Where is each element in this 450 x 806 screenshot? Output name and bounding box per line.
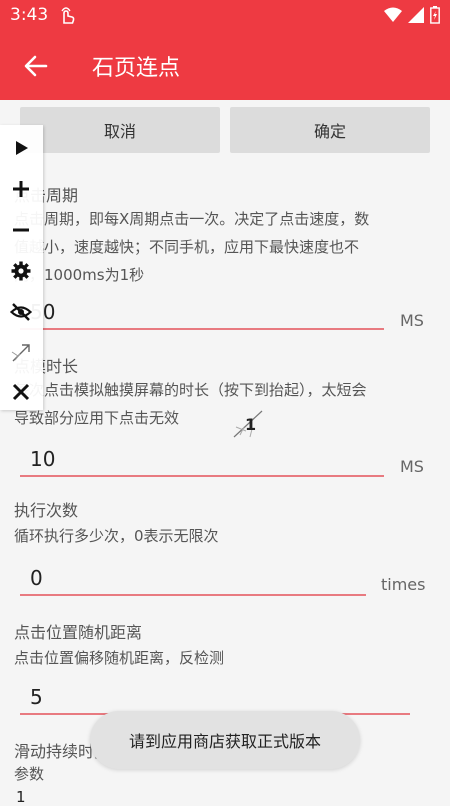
random-offset-desc-line: 点击位置偏移随机距离，反检测 [14,649,225,667]
click-duration-desc-line: 每次点击模拟触摸屏幕的时长（按下到抬起），太短会 [14,381,367,399]
click-duration-desc: 每次点击模拟触摸屏幕的时长（按下到抬起），太短会 导致部分应用下点击无效 [14,376,367,432]
eye-off-icon[interactable] [10,301,32,323]
play-icon[interactable] [10,137,32,159]
click-period-desc-line: 同，1000ms为1秒 [14,266,145,284]
floating-toolbar [0,125,43,410]
gear-icon[interactable] [10,260,32,282]
swipe-duration-input[interactable]: 1 [16,788,26,806]
click-period-underline [20,328,384,330]
click-period-desc: 点击周期，即每X周期点击一次。决定了点击速度，数 值越小，速度越快；不同手机，应… [14,205,369,289]
target-icon[interactable] [10,342,32,364]
close-icon[interactable] [10,381,32,403]
toast-message: 请到应用商店获取正式版本 [90,711,360,769]
click-duration-input[interactable]: 10 [30,447,55,471]
click-duration-desc-line: 导致部分应用下点击无效 [14,409,180,427]
target-marker-label: 1 [245,415,257,434]
click-target-marker[interactable]: 1 [232,407,266,441]
repeat-count-underline [20,594,366,596]
back-arrow-icon[interactable] [22,52,50,80]
swipe-duration-desc-line: 参数 [14,765,45,783]
swipe-duration-desc: 参数 [14,760,44,788]
random-offset-input[interactable]: 5 [30,685,43,709]
click-duration-underline [20,475,384,477]
app-bar: 石页连点 [0,30,450,100]
plus-icon[interactable] [10,178,32,200]
repeat-count-input[interactable]: 0 [30,566,43,590]
repeat-count-title: 执行次数 [14,501,79,520]
click-period-desc-line: 值越小，速度越快；不同手机，应用下最快速度也不 [14,238,360,256]
repeat-count-unit: times [381,575,426,594]
touch-icon [61,7,75,24]
signal-icon [408,7,424,23]
status-time: 3:43 [10,5,49,25]
confirm-button[interactable]: 确定 [230,107,430,153]
wifi-icon [384,7,402,22]
cancel-button[interactable]: 取消 [20,107,220,153]
page-title: 石页连点 [92,56,181,81]
click-duration-unit: MS [400,457,424,476]
status-bar: 3:43 [0,0,450,30]
battery-icon [430,6,440,24]
click-period-desc-line: 点击周期，即每X周期点击一次。决定了点击速度，数 [14,210,370,228]
minus-icon[interactable] [10,219,32,241]
random-offset-desc: 点击位置偏移随机距离，反检测 [14,644,224,672]
click-period-unit: MS [400,311,424,330]
repeat-count-desc: 循环执行多少次，0表示无限次 [14,522,219,550]
repeat-count-desc-line: 循环执行多少次，0表示无限次 [14,527,219,545]
random-offset-title: 点击位置随机距离 [14,623,143,642]
